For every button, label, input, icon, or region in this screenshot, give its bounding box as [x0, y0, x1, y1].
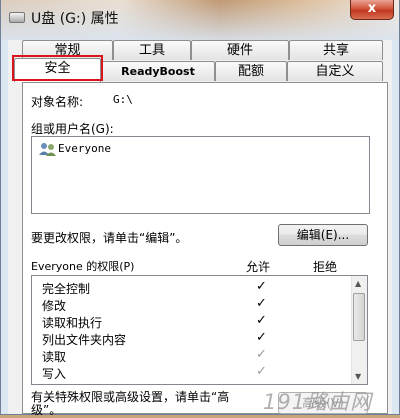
tab-customize[interactable]: 自定义	[287, 61, 383, 81]
object-name-value: G:\	[113, 93, 133, 106]
window-title: U盘 (G:) 属性	[31, 11, 119, 27]
tab-security[interactable]: 安全	[14, 58, 101, 82]
permissions-list[interactable]: 完全控制 ✓ 修改 ✓ 读取和执行 ✓ 列出文件夹内容 ✓ 读取 ✓ 写入 ✓ …	[31, 275, 368, 385]
scrollbar-thumb[interactable]	[353, 293, 365, 341]
allow-check-icon: ✓	[256, 347, 267, 362]
drive-icon	[9, 12, 25, 23]
permission-header: Everyone 的权限(P)	[31, 260, 135, 273]
change-hint: 要更改权限，请单击“编辑”。	[31, 231, 188, 245]
permission-name: 列出文件夹内容	[42, 333, 127, 347]
tab-quota[interactable]: 配额	[215, 61, 287, 81]
permission-name: 读取和执行	[42, 316, 103, 330]
permission-row: 读取和执行 ✓	[32, 313, 352, 330]
allow-check-icon: ✓	[256, 279, 267, 294]
list-item[interactable]: Everyone	[32, 137, 369, 159]
users-group-icon	[39, 143, 56, 156]
allow-check-icon: ✓	[256, 364, 267, 379]
advanced-hint-continued: 级”。	[31, 403, 62, 417]
user-listbox[interactable]: Everyone	[31, 136, 370, 214]
properties-window: U盘 (G:) 属性 x 常规 工具 硬件 共享 安全 ReadyBoost 配…	[0, 0, 400, 417]
allow-check-icon: ✓	[256, 313, 267, 328]
permission-row: 修改 ✓	[32, 296, 352, 313]
permissions-scrollbar[interactable]: ▲ ▼	[351, 276, 367, 384]
tab-readyboost[interactable]: ReadyBoost	[101, 61, 215, 81]
user-name: Everyone	[58, 142, 111, 155]
tab-hardware[interactable]: 硬件	[191, 40, 289, 60]
tab-general[interactable]: 常规	[22, 40, 113, 60]
group-label: 组或用户名(G):	[31, 122, 114, 136]
permission-row: 写入 ✓	[32, 364, 352, 381]
title-bar[interactable]: U盘 (G:) 属性 x	[1, 0, 399, 38]
permission-row: 完全控制 ✓	[32, 279, 352, 296]
permission-name: 读取	[42, 350, 67, 364]
permission-name: 完全控制	[42, 282, 91, 296]
permission-row: 列出文件夹内容 ✓	[32, 330, 352, 347]
scroll-up-arrow-icon[interactable]: ▲	[355, 279, 361, 288]
permission-name: 修改	[42, 299, 67, 313]
scroll-down-arrow-icon[interactable]: ▼	[355, 372, 361, 381]
allow-check-icon: ✓	[256, 296, 267, 311]
allow-check-icon: ✓	[256, 330, 267, 345]
permission-name: 写入	[42, 367, 67, 381]
tab-tools[interactable]: 工具	[113, 40, 191, 60]
close-button[interactable]: x	[350, 0, 394, 20]
permission-row: 读取 ✓	[32, 347, 352, 364]
object-name-label: 对象名称:	[31, 95, 84, 109]
site-watermark: 191路由网	[263, 390, 373, 414]
deny-header: 拒绝	[313, 260, 338, 274]
edit-button[interactable]: 编辑(E)...	[278, 224, 368, 246]
allow-header: 允许	[246, 260, 271, 274]
tab-sharing[interactable]: 共享	[289, 40, 383, 60]
